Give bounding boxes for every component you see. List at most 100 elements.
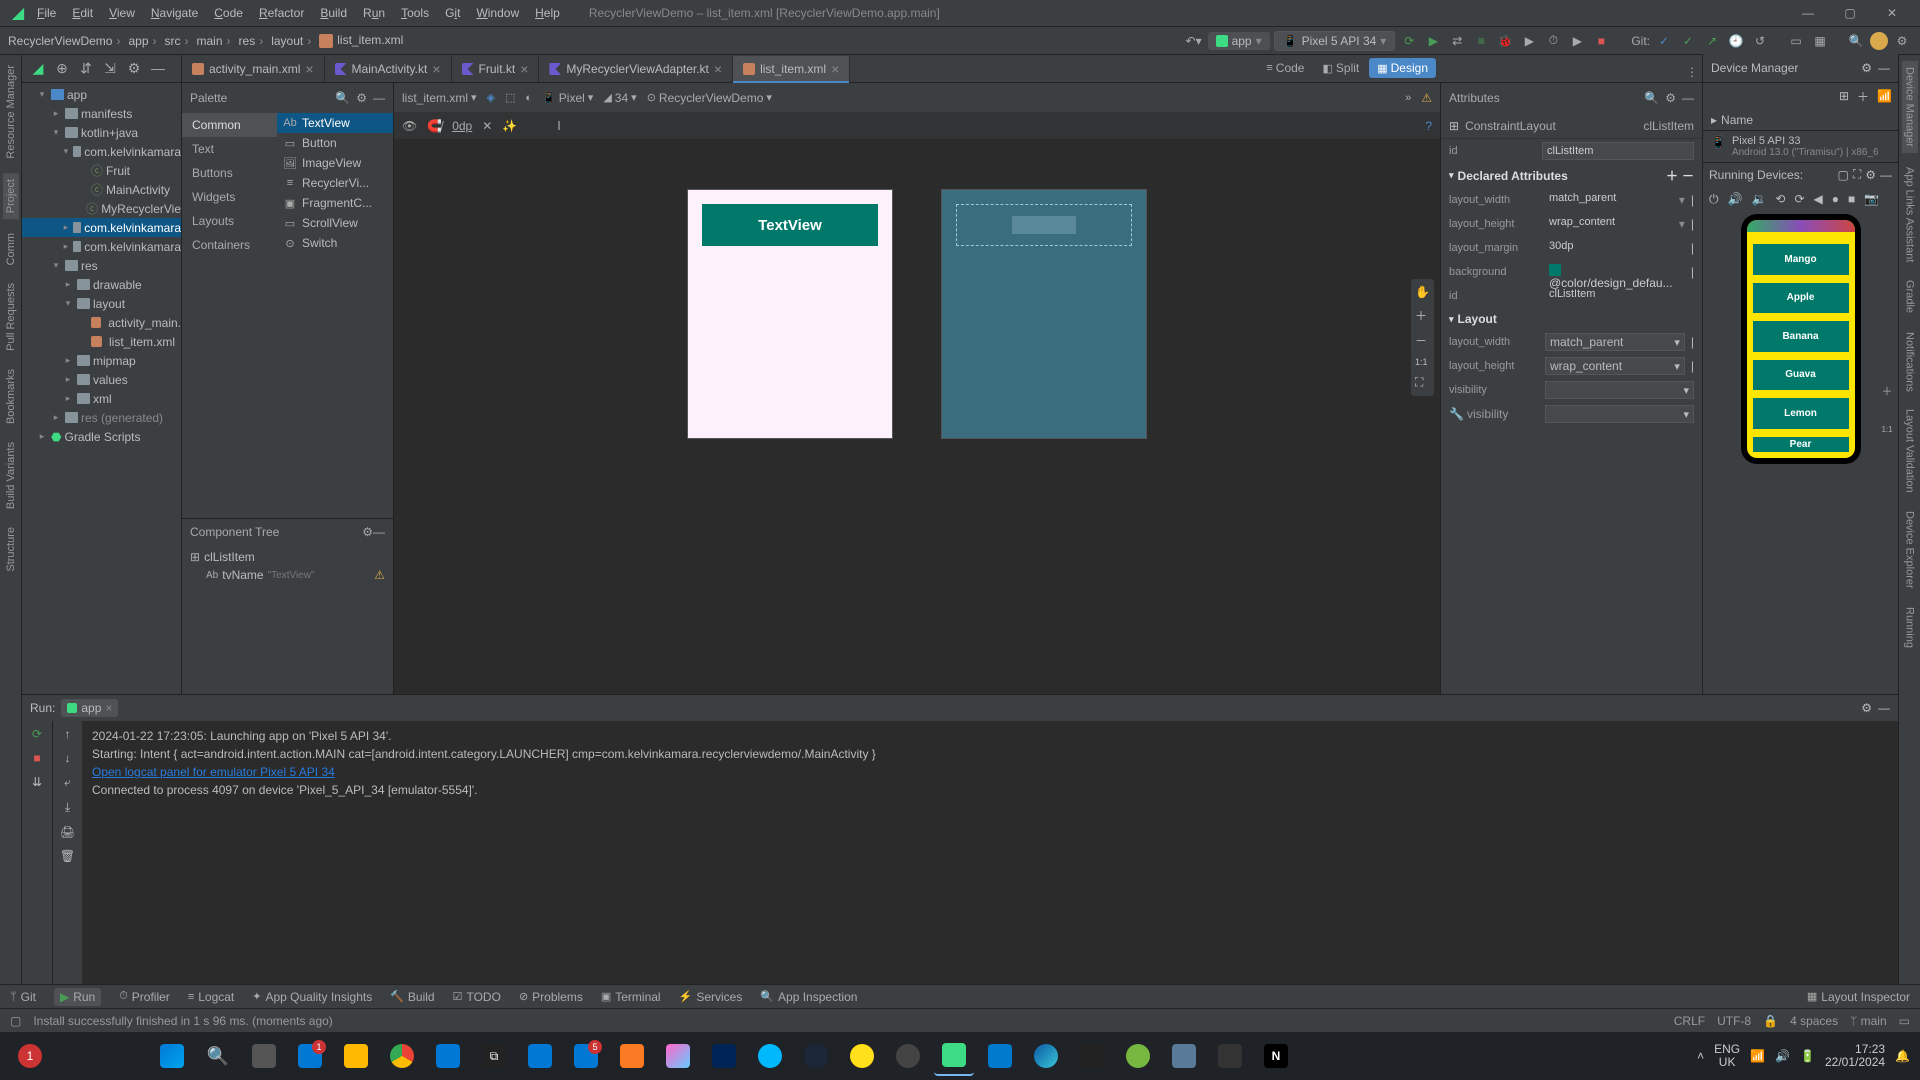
back-icon[interactable]: ◀ <box>1814 192 1823 206</box>
search-icon[interactable]: 🔍 <box>1644 91 1659 105</box>
git-push-icon[interactable]: ↗ <box>1702 31 1722 51</box>
stop-icon[interactable]: ■ <box>33 751 40 765</box>
up-icon[interactable]: ↑ <box>65 727 71 741</box>
xampp-icon[interactable] <box>612 1036 652 1076</box>
palette-category[interactable]: Text <box>182 137 277 161</box>
edge-icon[interactable] <box>1026 1036 1066 1076</box>
close-tab-icon[interactable]: × <box>305 61 313 77</box>
tool-app-links[interactable]: App Links Assistant <box>1904 163 1916 266</box>
tree-node[interactable]: ▾com.kelvinkamara <box>22 142 181 161</box>
tree-file[interactable]: list_item.xml <box>22 332 181 351</box>
palette-item[interactable]: ▭ScrollView <box>277 213 393 233</box>
view-mode-design[interactable]: ▦ Design <box>1369 58 1436 78</box>
tree-file[interactable]: activity_main. <box>22 313 181 332</box>
hide-icon[interactable]: — <box>1878 701 1890 715</box>
run-config-tab[interactable]: app× <box>61 699 118 717</box>
tree-node[interactable]: ▸drawable <box>22 275 181 294</box>
tool-problems[interactable]: ⊘ Problems <box>519 990 583 1004</box>
zoom-fit-icon[interactable]: 1:1 <box>1878 420 1896 438</box>
store-icon[interactable] <box>428 1036 468 1076</box>
select-target-icon[interactable]: ⊕ <box>54 60 70 76</box>
search-icon[interactable]: 🔍 <box>1846 31 1866 51</box>
orientation-icon[interactable]: ⬚ <box>505 91 515 104</box>
component-tree-item[interactable]: ⊞clListItem <box>182 548 393 566</box>
tool-logcat[interactable]: ≡ Logcat <box>188 990 234 1004</box>
clear-icon[interactable]: 🗑 <box>60 849 75 863</box>
zoom-fit-icon[interactable]: 1:1 <box>1415 357 1430 367</box>
hide-icon[interactable]: — <box>1682 91 1694 105</box>
logcat-link[interactable]: Open logcat panel for emulator Pixel 5 A… <box>92 765 335 779</box>
gear-icon[interactable]: ⚙ <box>362 525 373 539</box>
print-icon[interactable]: 🖨 <box>60 825 75 839</box>
gear-icon[interactable]: ⚙ <box>1861 61 1872 75</box>
component-tree[interactable]: ⊞clListItem AbtvName "TextView"⚠ <box>182 544 393 694</box>
gear-icon[interactable]: ⚙ <box>1861 701 1872 715</box>
apply-changes-icon[interactable]: ⇄ <box>1447 31 1467 51</box>
tool-device-manager[interactable]: Device Manager <box>1902 61 1918 153</box>
stop-icon[interactable]: ■ <box>1591 31 1611 51</box>
notion-icon[interactable]: N <box>1256 1036 1296 1076</box>
sync-icon[interactable]: ⟳ <box>1399 31 1419 51</box>
editor-tab-active[interactable]: list_item.xml× <box>733 56 850 82</box>
powershell-icon[interactable] <box>704 1036 744 1076</box>
tool-notifications[interactable]: Notifications <box>1904 328 1916 396</box>
close-tab-icon[interactable]: × <box>432 61 440 77</box>
close-tab-icon[interactable]: × <box>831 61 839 77</box>
palette-item[interactable]: 🖼ImageView <box>277 153 393 173</box>
breadcrumb-item[interactable]: main <box>197 34 235 48</box>
battery-icon[interactable]: 🔋 <box>1800 1049 1815 1063</box>
menu-tools[interactable]: Tools <box>394 4 436 22</box>
console-line[interactable]: Open logcat panel for emulator Pixel 5 A… <box>92 763 1888 781</box>
avd-icon[interactable]: ▭ <box>1786 31 1806 51</box>
autoconnect-icon[interactable]: 🧲̸ <box>427 119 442 133</box>
add-icon[interactable]: ＋ <box>1857 88 1869 105</box>
home-icon[interactable]: ● <box>1832 192 1839 206</box>
hide-icon[interactable]: — <box>150 60 166 76</box>
menu-window[interactable]: Window <box>469 4 526 22</box>
tree-node[interactable]: ▸mipmap <box>22 351 181 370</box>
taskbar-app[interactable] <box>888 1036 928 1076</box>
back-icon[interactable]: ↶▾ <box>1184 31 1204 51</box>
expand-icon[interactable]: ⇵ <box>78 60 94 76</box>
tool-resource-manager[interactable]: Resource Manager <box>5 61 17 163</box>
volume-icon[interactable]: 🔊 <box>1775 1049 1790 1063</box>
tool-project[interactable]: Project <box>3 173 19 219</box>
account-icon[interactable] <box>1870 32 1888 50</box>
settings-icon[interactable]: ⚙ <box>1892 31 1912 51</box>
window-icon[interactable]: ▢ <box>1837 168 1848 182</box>
tree-node[interactable]: ▾layout <box>22 294 181 313</box>
attr-section-layout[interactable]: ▾Layout <box>1441 308 1702 330</box>
tool-layout-validation[interactable]: Layout Validation <box>1904 405 1916 497</box>
list-item[interactable]: Mango <box>1753 244 1849 275</box>
chrome-icon[interactable] <box>382 1036 422 1076</box>
taskbar-app[interactable] <box>1072 1036 1112 1076</box>
gear-icon[interactable]: ⚙ <box>1665 91 1676 105</box>
attr-section-declared[interactable]: ▾Declared Attributes＋－ <box>1441 163 1702 188</box>
textview-widget[interactable]: TextView <box>702 204 878 246</box>
menu-edit[interactable]: Edit <box>65 4 100 22</box>
more-icon[interactable]: » <box>1405 92 1411 104</box>
debug-icon[interactable]: 🐞 <box>1495 31 1515 51</box>
collapse-icon[interactable]: ⇲ <box>102 60 118 76</box>
menu-help[interactable]: Help <box>528 4 567 22</box>
hide-icon[interactable]: — <box>373 91 385 105</box>
taskbar-app[interactable] <box>658 1036 698 1076</box>
device-list-item[interactable]: 📱 Pixel 5 API 33Android 13.0 ("Tiramisu"… <box>1703 131 1898 162</box>
design-preview[interactable]: TextView <box>687 189 893 439</box>
attr-dropdown[interactable]: ▾ <box>1545 381 1694 399</box>
palette-category[interactable]: Common <box>182 113 277 137</box>
tree-file[interactable]: ⓒFruit <box>22 161 181 180</box>
rerun-icon[interactable]: ⟳ <box>32 727 42 741</box>
remove-icon[interactable]: － <box>1682 167 1694 184</box>
layers-icon[interactable]: ◈ <box>487 91 495 104</box>
line-separator[interactable]: CRLF <box>1674 1014 1705 1028</box>
vol-down-icon[interactable]: 🔉 <box>1751 192 1766 206</box>
git-update-icon[interactable]: ✓ <box>1654 31 1674 51</box>
tool-profiler[interactable]: ⏱ Profiler <box>119 990 170 1004</box>
search-icon[interactable]: 🔍 <box>198 1036 238 1076</box>
attr-input-id[interactable] <box>1542 142 1694 160</box>
explorer-icon[interactable] <box>336 1036 376 1076</box>
hide-icon[interactable]: — <box>373 525 385 539</box>
menu-view[interactable]: View <box>102 4 142 22</box>
breadcrumb-item[interactable]: RecyclerViewDemo <box>8 34 124 48</box>
